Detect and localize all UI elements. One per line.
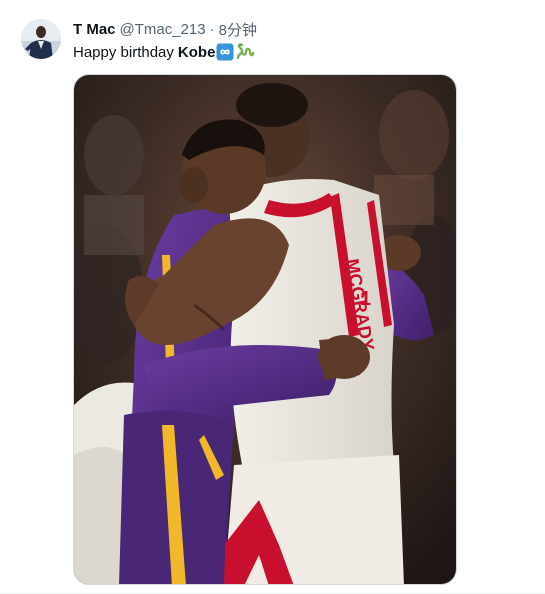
avatar-image [21, 19, 61, 59]
tweet-photo[interactable]: MCGRADY 1 [73, 74, 457, 585]
tweet-text-prefix: Happy birthday [73, 43, 174, 61]
display-name[interactable]: T Mac [73, 21, 116, 38]
separator-dot: · [209, 20, 215, 38]
jersey-number: 1 [360, 288, 371, 310]
tweet-header: T Mac @Tmac_213 · 8分钟 [73, 19, 257, 39]
tweet-card[interactable]: T Mac @Tmac_213 · 8分钟 Happy birthday Kob… [0, 0, 545, 594]
tweet-text: Happy birthday Kobe [73, 42, 255, 62]
tweet-text-mention: Kobe [177, 43, 216, 61]
infinity-emoji-icon [216, 43, 234, 61]
snake-emoji-icon [235, 43, 255, 61]
timestamp[interactable]: 8分钟 [219, 19, 257, 40]
avatar[interactable] [21, 19, 61, 59]
user-handle[interactable]: @Tmac_213 [120, 21, 206, 38]
kobe-tmac-hug-photo: MCGRADY 1 [74, 75, 456, 584]
